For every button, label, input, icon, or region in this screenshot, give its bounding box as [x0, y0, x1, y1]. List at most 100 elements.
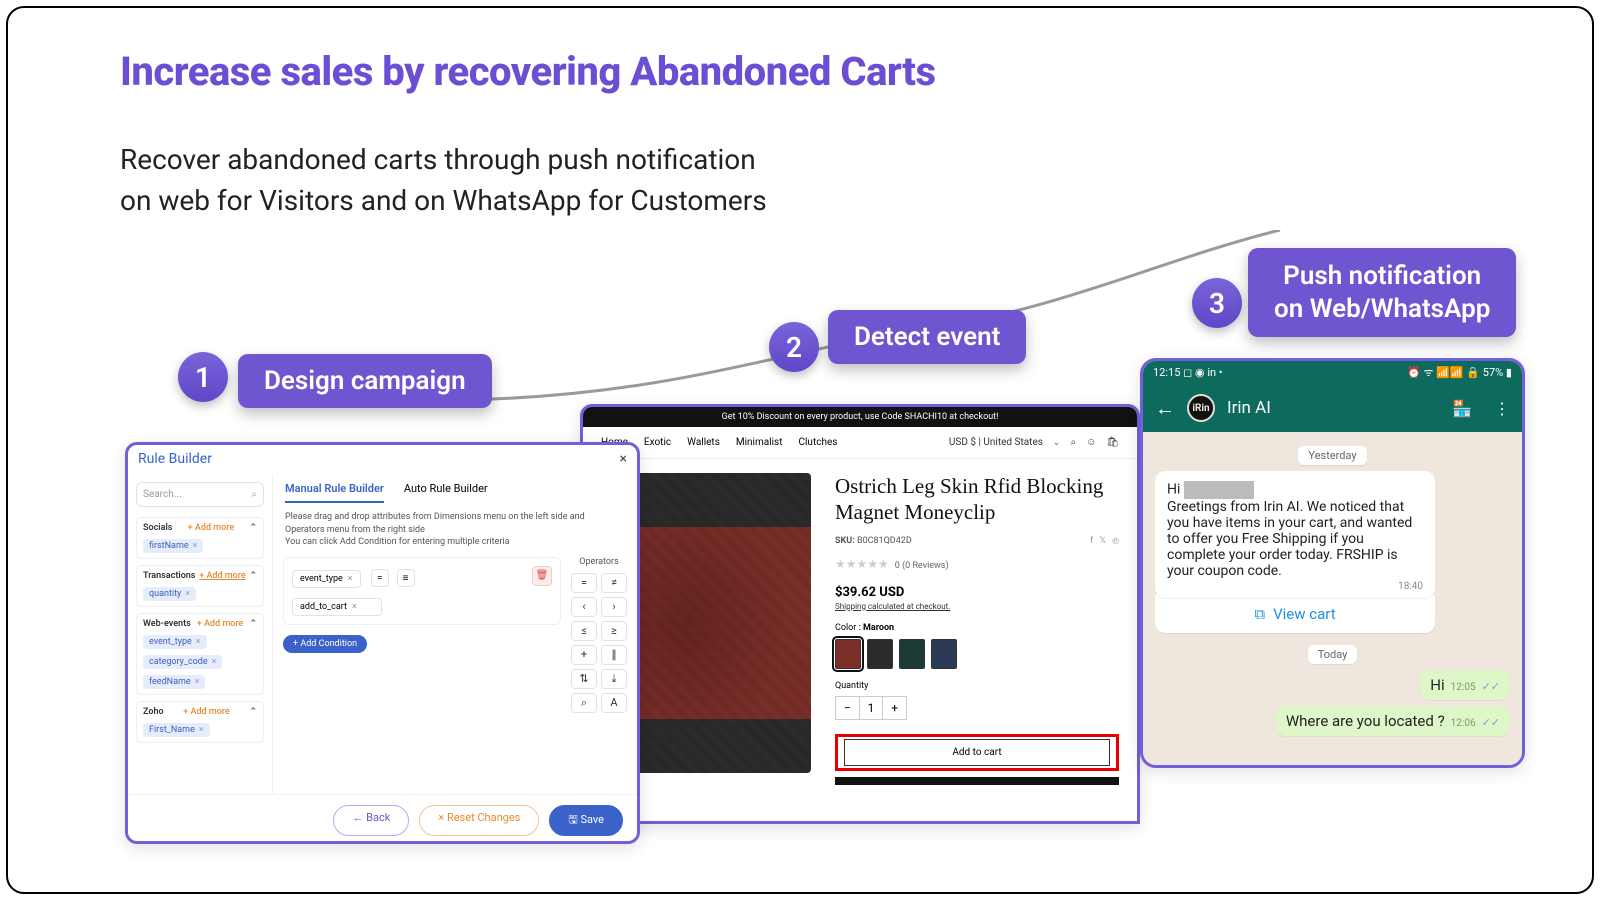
day-yesterday: Yesterday: [1155, 444, 1510, 463]
op-download[interactable]: ⤓: [601, 669, 627, 689]
reset-button[interactable]: × Reset Changes: [419, 805, 539, 836]
op-gt[interactable]: ›: [601, 597, 627, 617]
tag-firstname[interactable]: firstName×: [143, 539, 203, 553]
status-left: 12:15 ◻ ◉ in •: [1153, 366, 1223, 379]
product-price: $39.62 USD: [835, 585, 1119, 600]
add-to-cart-button[interactable]: Add to cart: [844, 739, 1110, 766]
trash-icon[interactable]: 🗑: [532, 566, 552, 586]
currency-selector[interactable]: USD $ | United States: [949, 437, 1043, 448]
socials-add-more[interactable]: + Add more: [188, 523, 234, 533]
webevents-add-more[interactable]: + Add more: [197, 619, 243, 629]
facebook-icon[interactable]: f: [1090, 536, 1093, 547]
account-icon[interactable]: ☺: [1086, 437, 1096, 448]
menu-icon[interactable]: ⋮: [1494, 399, 1510, 418]
swatch-black[interactable]: [867, 639, 893, 669]
save-button[interactable]: 🖫 Save: [549, 805, 623, 836]
buy-now-button[interactable]: [835, 777, 1119, 785]
close-icon[interactable]: ×: [620, 451, 627, 467]
outgoing-message-2: Where are you located ?12:06✓✓: [1276, 706, 1510, 736]
external-link-icon: ⧉: [1254, 605, 1265, 623]
tab-auto[interactable]: Auto Rule Builder: [404, 482, 488, 503]
chevron-up-icon[interactable]: ⌃: [249, 523, 257, 533]
contact-name[interactable]: Irin AI: [1227, 398, 1430, 418]
swatch-maroon[interactable]: [835, 639, 861, 669]
tag-category-code[interactable]: category_code×: [143, 655, 222, 669]
qty-minus[interactable]: −: [836, 697, 859, 719]
swatch-green[interactable]: [899, 639, 925, 669]
product-sku-row: SKU: B0C81QD42D f 𝕏 ℗: [835, 536, 1119, 547]
rule-hint: Please drag and drop attributes from Dim…: [273, 503, 637, 557]
rule-builder-panel: Rule Builder × Search... ⌕ Socials+ Add …: [125, 442, 640, 844]
nav-clutches[interactable]: Clutches: [798, 437, 837, 448]
color-row: Color : Maroon: [835, 623, 1119, 633]
remove-tag-icon[interactable]: ×: [193, 541, 198, 551]
op-gte[interactable]: ≥: [601, 621, 627, 641]
chevron-up-icon[interactable]: ⌃: [249, 707, 257, 717]
chevron-up-icon[interactable]: ⌃: [249, 571, 257, 581]
back-icon[interactable]: ←: [1155, 396, 1175, 421]
zoho-add-more[interactable]: + Add more: [183, 707, 229, 717]
share-icons: f 𝕏 ℗: [1090, 536, 1119, 547]
redacted-name: [1184, 481, 1254, 499]
nav-wallets[interactable]: Wallets: [687, 437, 720, 448]
search-icon: ⌕: [251, 489, 257, 500]
remove-icon[interactable]: ×: [352, 602, 357, 612]
outgoing-message-1: Hi12:05✓✓: [1420, 670, 1510, 700]
chat-header: ← iRin Irin AI 🏪 ⋮: [1143, 384, 1522, 432]
chat-body: Yesterday Hi Greetings from Irin AI. We …: [1143, 432, 1522, 768]
op-search[interactable]: ⌕: [571, 693, 597, 713]
op-sort[interactable]: ⇅: [571, 669, 597, 689]
op-neq[interactable]: ≠: [601, 573, 627, 593]
sku-value: B0C81QD42D: [857, 536, 912, 546]
nav-minimalist[interactable]: Minimalist: [736, 437, 783, 448]
rule-op-extra[interactable]: ≡: [397, 569, 415, 587]
op-lt[interactable]: ‹: [571, 597, 597, 617]
twitter-icon[interactable]: 𝕏: [1099, 536, 1106, 547]
step2-badge: 2: [769, 322, 819, 372]
color-swatches: [835, 639, 1119, 669]
tag-first-name[interactable]: First_Name×: [143, 723, 210, 737]
rule-op[interactable]: =: [371, 569, 389, 587]
add-condition-button[interactable]: + Add Condition: [283, 635, 367, 653]
group-socials-name: Socials: [143, 523, 172, 533]
tag-event-type[interactable]: event_type×: [143, 635, 207, 649]
tag-feedname[interactable]: feedName×: [143, 675, 205, 689]
qty-stepper[interactable]: − 1 +: [835, 696, 907, 720]
step1-label: Design campaign: [238, 354, 492, 408]
nav-exotic[interactable]: Exotic: [644, 437, 671, 448]
message-body: Greetings from Irin AI. We noticed that …: [1167, 499, 1412, 579]
search-input[interactable]: Search... ⌕: [136, 482, 264, 507]
rule-list: 🗑 event_type× = ≡ add_to_cart× + Add Con…: [283, 557, 561, 784]
whatsapp-panel: 12:15 ◻ ◉ in • ⏰ ᯤ 📶📶 🔒 57% ▮ ← iRin Iri…: [1140, 358, 1525, 768]
rule-attr[interactable]: event_type×: [292, 570, 361, 588]
op-text[interactable]: A: [601, 693, 627, 713]
review-count: 0 (0 Reviews): [895, 561, 949, 571]
remove-icon[interactable]: ×: [348, 574, 353, 584]
op-plus[interactable]: +: [571, 645, 597, 665]
group-transactions-name: Transactions: [143, 571, 195, 581]
store-icon[interactable]: 🏪: [1452, 399, 1472, 418]
back-button[interactable]: ← Back: [333, 805, 409, 836]
remove-tag-icon[interactable]: ×: [195, 677, 200, 687]
swatch-navy[interactable]: [931, 639, 957, 669]
dimensions-sidebar: Search... ⌕ Socials + Add more ⌃ firstName…: [128, 474, 273, 794]
tab-manual[interactable]: Manual Rule Builder: [285, 482, 384, 503]
remove-tag-icon[interactable]: ×: [185, 589, 190, 599]
op-lte[interactable]: ≤: [571, 621, 597, 641]
rule-value[interactable]: add_to_cart×: [292, 598, 382, 616]
remove-tag-icon[interactable]: ×: [212, 657, 217, 667]
remove-tag-icon[interactable]: ×: [196, 637, 201, 647]
cart-icon[interactable]: 🛍: [1106, 437, 1119, 448]
search-icon[interactable]: ⌕: [1070, 437, 1076, 448]
pinterest-icon[interactable]: ℗: [1112, 536, 1119, 547]
product-title: Ostrich Leg Skin Rfid Blocking Magnet Mo…: [835, 473, 1119, 526]
tag-quantity[interactable]: quantity×: [143, 587, 196, 601]
transactions-add-more[interactable]: + Add more: [199, 571, 245, 581]
step3-label-l2: on Web/WhatsApp: [1274, 294, 1490, 324]
remove-tag-icon[interactable]: ×: [199, 725, 204, 735]
qty-plus[interactable]: +: [883, 697, 906, 719]
op-parallel[interactable]: ∥: [601, 645, 627, 665]
op-eq[interactable]: =: [571, 573, 597, 593]
chevron-up-icon[interactable]: ⌃: [249, 619, 257, 629]
view-cart-button[interactable]: ⧉ View cart: [1155, 594, 1435, 633]
